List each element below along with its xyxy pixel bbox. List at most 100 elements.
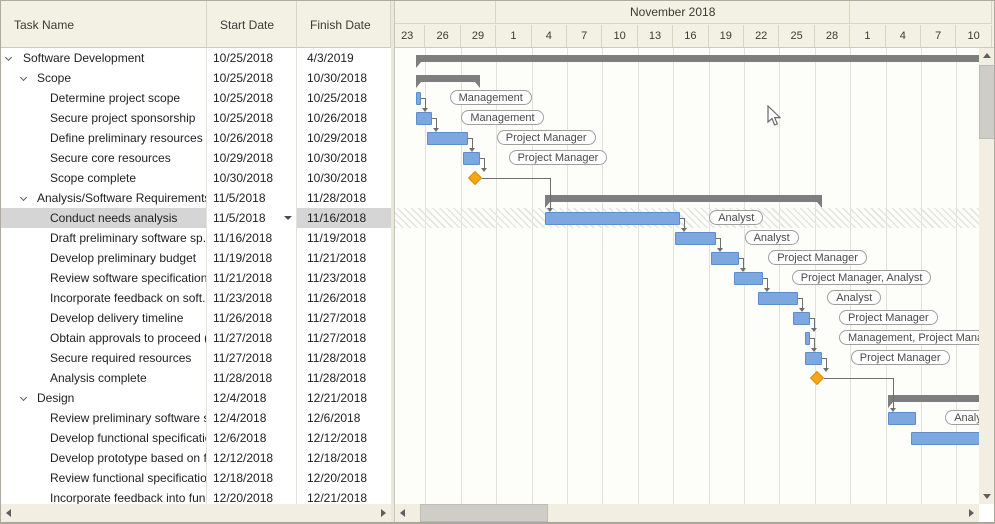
task-row[interactable]: Develop functional specificatio...12/6/2… <box>1 428 391 448</box>
task-row[interactable]: Determine project scope10/25/201810/25/2… <box>1 88 391 108</box>
chart-hscroll-thumb[interactable] <box>420 504 548 522</box>
start-date-cell[interactable]: 11/23/2018 <box>207 288 297 308</box>
task-row[interactable]: Analysis complete11/28/201811/28/2018 <box>1 368 391 388</box>
vscroll-thumb[interactable] <box>979 65 995 139</box>
task-name-cell[interactable]: Develop preliminary budget <box>1 248 207 268</box>
finish-date-cell[interactable]: 11/28/2018 <box>297 348 391 368</box>
finish-date-cell[interactable]: 12/18/2018 <box>297 448 391 468</box>
summary-bar[interactable] <box>416 55 979 62</box>
task-row[interactable]: Secure core resources10/29/201810/30/201… <box>1 148 391 168</box>
milestone-diamond[interactable] <box>468 170 482 184</box>
start-date-cell[interactable]: 10/25/2018 <box>207 68 297 88</box>
task-name-cell[interactable]: Secure required resources <box>1 348 207 368</box>
start-date-cell[interactable]: 11/27/2018 <box>207 348 297 368</box>
task-row[interactable]: Conduct needs analysis11/5/201811/16/201… <box>1 208 391 228</box>
column-header-start-date[interactable]: Start Date <box>207 1 297 48</box>
finish-date-cell[interactable]: 10/26/2018 <box>297 108 391 128</box>
chart-hscroll-right-button[interactable] <box>963 504 979 522</box>
grid-hscroll-left-button[interactable] <box>1 504 17 522</box>
task-name-cell[interactable]: Draft preliminary software sp... <box>1 228 207 248</box>
task-bar[interactable] <box>734 272 763 285</box>
start-date-cell[interactable]: 12/20/2018 <box>207 488 297 504</box>
task-name-cell[interactable]: Incorporate feedback on soft... <box>1 288 207 308</box>
expander-chevron-icon[interactable] <box>20 194 27 201</box>
task-name-cell[interactable]: Analysis/Software Requirements <box>1 188 207 208</box>
task-name-cell[interactable]: Determine project scope <box>1 88 207 108</box>
finish-date-cell[interactable]: 10/30/2018 <box>297 168 391 188</box>
task-name-cell[interactable]: Software Development <box>1 48 207 68</box>
start-date-cell[interactable]: 11/16/2018 <box>207 228 297 248</box>
start-date-cell[interactable]: 12/4/2018 <box>207 408 297 428</box>
finish-date-cell[interactable]: 11/16/2018 <box>297 208 391 228</box>
task-name-cell[interactable]: Review preliminary software s... <box>1 408 207 428</box>
task-name-cell[interactable]: Review software specifications... <box>1 268 207 288</box>
finish-date-cell[interactable]: 11/26/2018 <box>297 288 391 308</box>
finish-date-cell[interactable]: 11/19/2018 <box>297 228 391 248</box>
task-bar[interactable] <box>545 212 680 225</box>
task-row[interactable]: Software Development10/25/20184/3/2019 <box>1 48 391 68</box>
column-header-task-name[interactable]: Task Name <box>1 1 207 48</box>
task-row[interactable]: Scope10/25/201810/30/2018 <box>1 68 391 88</box>
task-row[interactable]: Review preliminary software s...12/4/201… <box>1 408 391 428</box>
task-row[interactable]: Develop delivery timeline11/26/201811/27… <box>1 308 391 328</box>
start-date-cell[interactable]: 11/28/2018 <box>207 368 297 388</box>
task-bar[interactable] <box>416 112 433 125</box>
expander-chevron-icon[interactable] <box>20 74 27 81</box>
task-row[interactable]: Incorporate feedback on soft...11/23/201… <box>1 288 391 308</box>
task-bar[interactable] <box>805 352 822 365</box>
start-date-dropdown-icon[interactable] <box>284 216 292 220</box>
task-bar[interactable] <box>675 232 715 245</box>
finish-date-cell[interactable]: 10/29/2018 <box>297 128 391 148</box>
vscroll-down-button[interactable] <box>979 488 995 504</box>
start-date-cell[interactable]: 11/5/2018 <box>207 188 297 208</box>
start-date-cell[interactable]: 11/5/2018 <box>207 208 297 228</box>
finish-date-cell[interactable]: 10/25/2018 <box>297 88 391 108</box>
task-row[interactable]: Develop prototype based on f...12/12/201… <box>1 448 391 468</box>
finish-date-cell[interactable]: 12/21/2018 <box>297 388 391 408</box>
task-row[interactable]: Draft preliminary software sp...11/16/20… <box>1 228 391 248</box>
finish-date-cell[interactable]: 11/23/2018 <box>297 268 391 288</box>
task-row[interactable]: Review software specifications...11/21/2… <box>1 268 391 288</box>
finish-date-cell[interactable]: 12/21/2018 <box>297 488 391 504</box>
task-row[interactable]: Secure required resources11/27/201811/28… <box>1 348 391 368</box>
finish-date-cell[interactable]: 4/3/2019 <box>297 48 391 68</box>
task-name-cell[interactable]: Conduct needs analysis <box>1 208 207 228</box>
task-bar[interactable] <box>888 412 917 425</box>
finish-date-cell[interactable]: 12/20/2018 <box>297 468 391 488</box>
finish-date-cell[interactable]: 11/27/2018 <box>297 308 391 328</box>
task-row[interactable]: Define preliminary resources10/26/201810… <box>1 128 391 148</box>
task-name-cell[interactable]: Review functional specifications <box>1 468 207 488</box>
finish-date-cell[interactable]: 11/28/2018 <box>297 368 391 388</box>
task-name-cell[interactable]: Develop delivery timeline <box>1 308 207 328</box>
chart-hscroll-left-button[interactable] <box>395 504 411 522</box>
start-date-cell[interactable]: 11/19/2018 <box>207 248 297 268</box>
expander-chevron-icon[interactable] <box>5 54 12 61</box>
finish-date-cell[interactable]: 10/30/2018 <box>297 148 391 168</box>
start-date-cell[interactable]: 12/12/2018 <box>207 448 297 468</box>
task-row[interactable]: Develop preliminary budget11/19/201811/2… <box>1 248 391 268</box>
task-bar[interactable] <box>463 152 480 165</box>
finish-date-cell[interactable]: 11/27/2018 <box>297 328 391 348</box>
vscroll-up-button[interactable] <box>979 48 995 64</box>
task-name-cell[interactable]: Design <box>1 388 207 408</box>
task-bar[interactable] <box>911 432 979 445</box>
finish-date-cell[interactable]: 12/6/2018 <box>297 408 391 428</box>
finish-date-cell[interactable]: 10/30/2018 <box>297 68 391 88</box>
task-name-cell[interactable]: Secure core resources <box>1 148 207 168</box>
finish-date-cell[interactable]: 12/12/2018 <box>297 428 391 448</box>
grid-hscrollbar[interactable] <box>1 504 391 522</box>
milestone-diamond[interactable] <box>810 370 824 384</box>
start-date-cell[interactable]: 12/18/2018 <box>207 468 297 488</box>
task-bar[interactable] <box>758 292 798 305</box>
task-name-cell[interactable]: Define preliminary resources <box>1 128 207 148</box>
task-bar[interactable] <box>427 132 467 145</box>
task-name-cell[interactable]: Obtain approvals to proceed (... <box>1 328 207 348</box>
task-bar[interactable] <box>711 252 740 265</box>
task-name-cell[interactable]: Develop prototype based on f... <box>1 448 207 468</box>
start-date-cell[interactable]: 10/29/2018 <box>207 148 297 168</box>
finish-date-cell[interactable]: 11/28/2018 <box>297 188 391 208</box>
summary-bar[interactable] <box>416 75 480 82</box>
task-row[interactable]: Design12/4/201812/21/2018 <box>1 388 391 408</box>
start-date-cell[interactable]: 10/25/2018 <box>207 88 297 108</box>
finish-date-cell[interactable]: 11/21/2018 <box>297 248 391 268</box>
